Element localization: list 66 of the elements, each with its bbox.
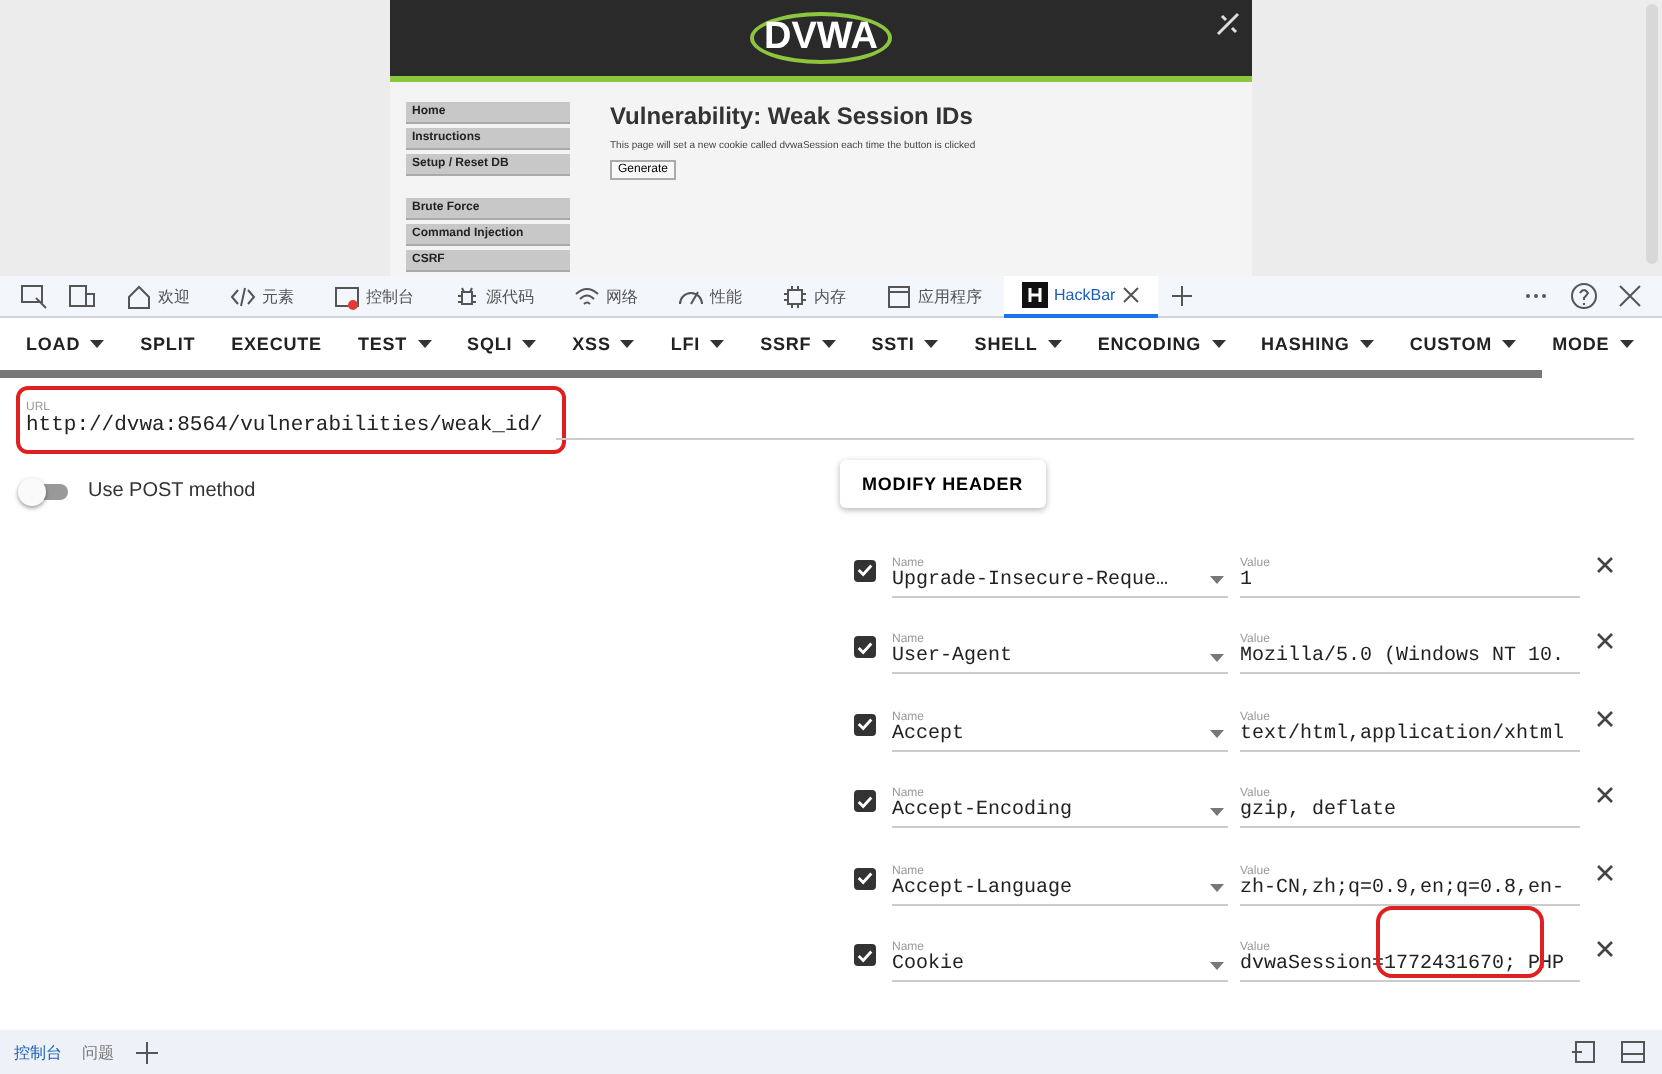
toolbar-button[interactable]: SSTI	[853, 326, 957, 362]
toolbar-button[interactable]: ENCODING	[1079, 326, 1244, 362]
toolbar-button[interactable]: LOAD	[8, 326, 123, 362]
checkbox[interactable]	[854, 867, 876, 889]
remove-icon[interactable]	[1596, 709, 1614, 727]
window-icon	[886, 283, 912, 309]
toolbar-button[interactable]: LFI	[652, 326, 743, 362]
dock-icon[interactable]	[1570, 1040, 1596, 1064]
devtools-tab[interactable]: 网络	[556, 277, 656, 315]
caret-icon	[1210, 730, 1224, 738]
bug-icon	[454, 283, 480, 309]
help-icon[interactable]	[1570, 282, 1598, 310]
modify-header-button[interactable]: MODIFY HEADER	[840, 460, 1046, 508]
checkbox[interactable]	[854, 636, 876, 658]
tools-icon	[1216, 12, 1240, 36]
toolbar-button[interactable]: CUSTOM	[1391, 326, 1535, 362]
remove-icon[interactable]	[1596, 786, 1614, 804]
toolbar-button[interactable]: SSRF	[742, 326, 854, 362]
checkbox[interactable]	[854, 713, 876, 735]
chip-icon	[782, 283, 808, 309]
checkbox[interactable]	[854, 559, 876, 581]
devtools-tab[interactable]: 源代码	[436, 277, 552, 315]
devtools-tab[interactable]: 元素	[212, 277, 312, 315]
caret-icon	[1210, 807, 1224, 815]
wifi-icon	[574, 283, 600, 309]
remove-icon[interactable]	[1596, 632, 1614, 650]
toolbar-button[interactable]: HASHING	[1243, 326, 1392, 362]
devtools-tab[interactable]: 性能	[660, 277, 760, 315]
toolbar-button[interactable]: XSS	[554, 326, 653, 362]
close-icon[interactable]	[1121, 285, 1140, 303]
code-icon	[230, 283, 256, 309]
caret-icon	[1210, 961, 1224, 969]
checkbox[interactable]	[854, 944, 876, 966]
checkbox[interactable]	[854, 790, 876, 812]
page-title: Vulnerability: Weak Session IDs	[610, 102, 973, 130]
toolbar-button[interactable]: EXECUTE	[213, 326, 340, 362]
remove-icon[interactable]	[1596, 555, 1614, 573]
devtools-tab[interactable]: HackBar	[1004, 275, 1158, 317]
add-tab-icon[interactable]	[1169, 284, 1194, 308]
remove-icon[interactable]	[1596, 863, 1614, 881]
home-icon	[126, 283, 152, 309]
logo: DVWA	[750, 12, 892, 64]
devtools-tab[interactable]: 内存	[764, 277, 864, 315]
drawer-tab[interactable]: 问题	[76, 1035, 120, 1069]
add-tab-icon[interactable]	[136, 1041, 158, 1063]
toolbar-button[interactable]: SPLIT	[122, 326, 214, 362]
drawer-tab[interactable]: 控制台	[8, 1035, 68, 1069]
panel-icon[interactable]	[1620, 1040, 1646, 1064]
caret-icon	[1210, 884, 1224, 892]
logo-icon	[1022, 281, 1048, 307]
devtools-tab[interactable]: 控制台	[316, 277, 432, 315]
devtools-tab[interactable]: 欢迎	[108, 277, 208, 315]
toolbar-button[interactable]: SHELL	[956, 326, 1080, 362]
inspect-icon[interactable]	[20, 282, 48, 310]
toolbar-button[interactable]: TEST	[339, 326, 450, 362]
devtools-tab[interactable]: 应用程序	[868, 277, 1000, 315]
caret-icon	[1210, 653, 1224, 661]
toggle-switch[interactable]	[24, 483, 68, 499]
caret-icon	[1210, 576, 1224, 584]
toggle-label: Use POST method	[88, 480, 256, 502]
remove-icon[interactable]	[1596, 940, 1614, 958]
console-icon	[334, 283, 360, 309]
toolbar-button[interactable]: MODE	[1534, 326, 1652, 362]
toolbar-button[interactable]: SQLI	[449, 326, 555, 362]
device-icon[interactable]	[68, 282, 96, 310]
close-icon[interactable]	[1618, 284, 1642, 308]
